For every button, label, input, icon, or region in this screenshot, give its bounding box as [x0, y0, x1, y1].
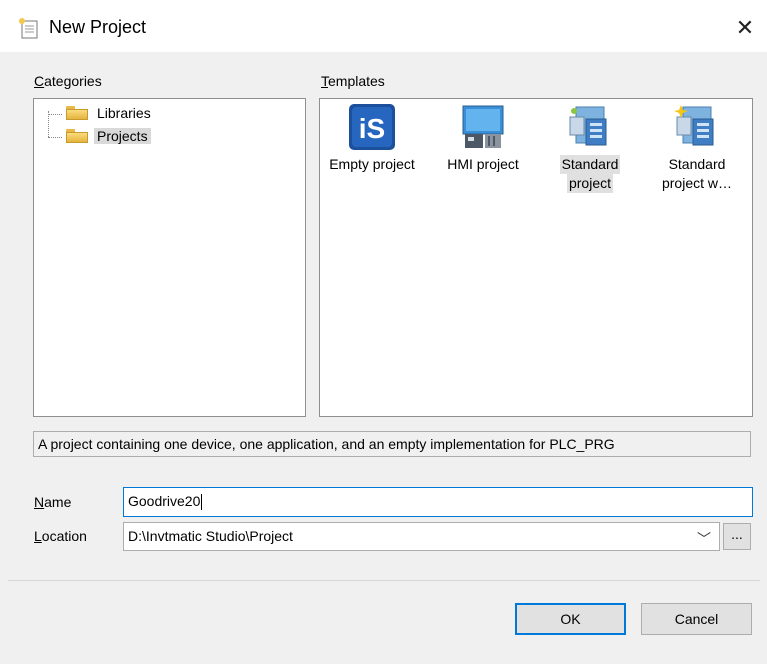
location-label: Location: [34, 528, 87, 544]
window-title: New Project: [49, 17, 147, 37]
template-standard-project[interactable]: Standard project: [542, 103, 638, 193]
svg-text:iS: iS: [359, 113, 385, 144]
is-logo-icon: iS: [348, 103, 396, 151]
browse-button[interactable]: ...: [723, 523, 751, 550]
hmi-screen-icon: [459, 103, 507, 151]
categories-tree[interactable]: Libraries Projects: [33, 98, 306, 417]
templates-list[interactable]: iS Empty project HMI project Standard pr…: [319, 98, 753, 417]
template-standard-project-wizard[interactable]: Standard project w…: [649, 103, 745, 193]
location-combobox[interactable]: D:\Invtmatic Studio\Project ﹀: [123, 522, 720, 551]
standard-project-icon: [566, 103, 614, 151]
standard-project-wizard-icon: [673, 103, 721, 151]
title-bar: New Project ✕: [0, 0, 767, 52]
name-input[interactable]: Goodrive20: [123, 487, 753, 517]
close-icon[interactable]: ✕: [723, 8, 767, 48]
folder-icon: [66, 106, 88, 120]
new-project-icon: [19, 18, 38, 39]
categories-label: Categories: [34, 73, 102, 89]
template-empty-project[interactable]: iS Empty project: [324, 103, 420, 174]
folder-icon: [66, 129, 88, 143]
separator: [8, 580, 760, 581]
name-label: Name: [34, 494, 72, 510]
tree-item-libraries[interactable]: Libraries: [66, 103, 154, 123]
ok-button[interactable]: OK: [515, 603, 626, 635]
templates-label: Templates: [321, 73, 385, 89]
cancel-button[interactable]: Cancel: [641, 603, 752, 635]
chevron-down-icon[interactable]: ﹀: [697, 529, 711, 549]
tree-item-projects[interactable]: Projects: [66, 126, 151, 146]
template-description: A project containing one device, one app…: [33, 431, 751, 457]
text-caret: [201, 494, 203, 511]
template-hmi-project[interactable]: HMI project: [435, 103, 531, 174]
